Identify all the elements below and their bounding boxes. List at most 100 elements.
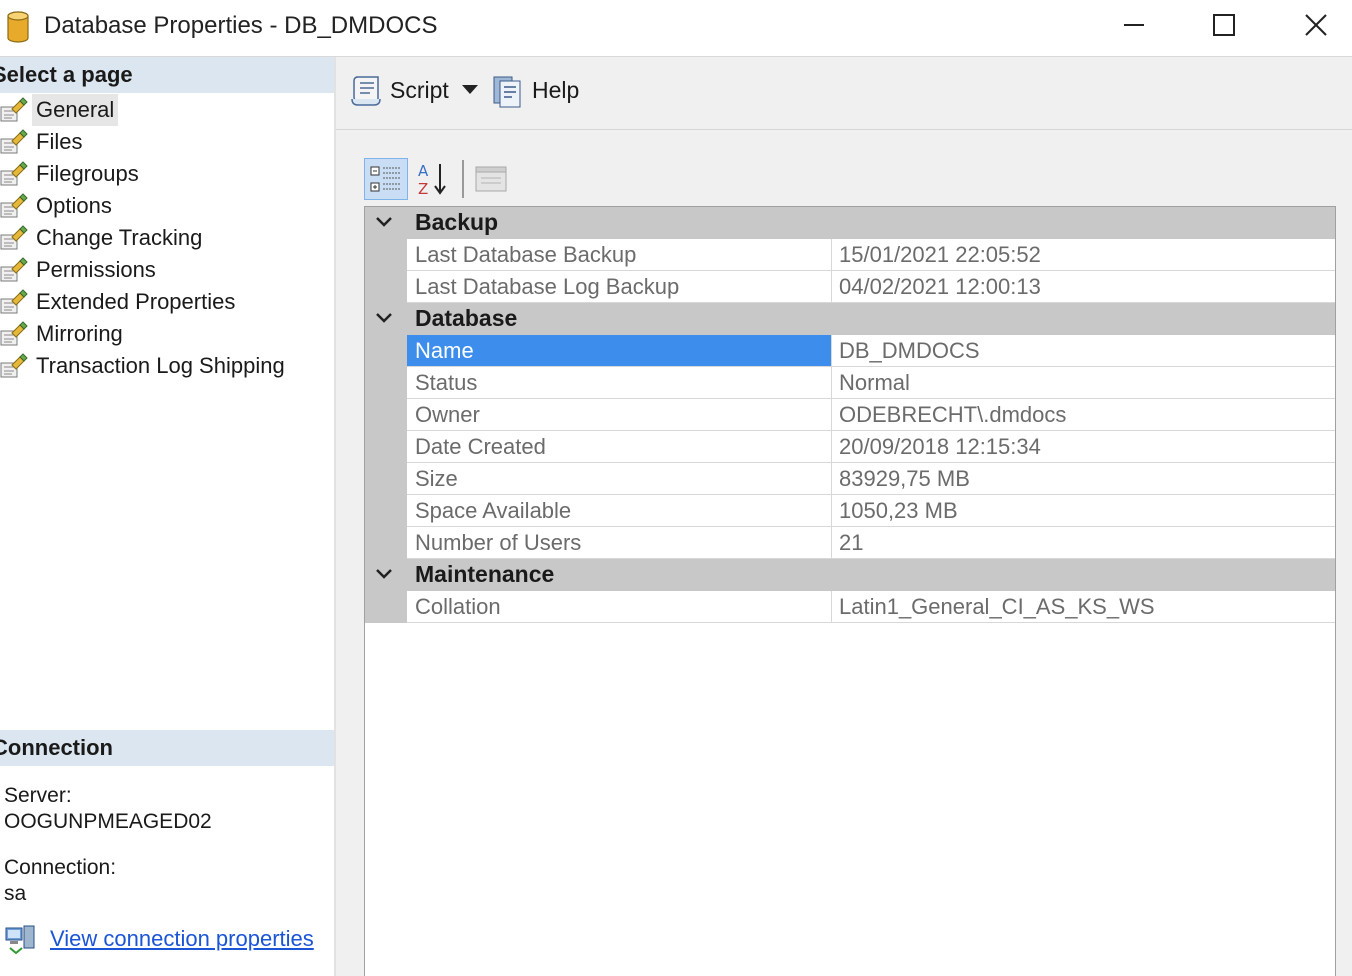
page-item-change-tracking[interactable]: Change Tracking (0, 222, 334, 254)
connection-properties-icon (5, 925, 35, 954)
property-name[interactable]: Space Available (407, 495, 832, 527)
properties-page-icon (0, 161, 28, 187)
toolbar-separator (462, 160, 464, 198)
property-grid: Backup Last Database Backup 15/01/2021 22:… (364, 206, 1336, 976)
property-name[interactable]: Size (407, 463, 832, 495)
property-value[interactable]: 1050,23 MB (832, 495, 1335, 527)
content-area: A Z Backup Last Database Backup 15/01/2021… (336, 130, 1352, 976)
property-pages-button[interactable] (470, 158, 514, 200)
maximize-icon (1213, 14, 1235, 36)
row-gutter (365, 463, 407, 495)
properties-page-icon (0, 97, 28, 123)
page-item-general[interactable]: General (0, 94, 334, 126)
chevron-down-icon[interactable] (375, 568, 393, 580)
category-label: Database (415, 305, 518, 331)
property-value[interactable]: 04/02/2021 12:00:13 (832, 271, 1335, 303)
view-connection-properties-link[interactable]: View connection properties (50, 926, 314, 952)
row-gutter (365, 431, 407, 463)
property-value[interactable]: 15/01/2021 22:05:52 (832, 239, 1335, 271)
property-row-name[interactable]: Name DB_DMDOCS (365, 335, 1335, 367)
property-value[interactable]: DB_DMDOCS (832, 335, 1335, 367)
properties-page-icon (0, 193, 28, 219)
property-value[interactable]: Normal (832, 367, 1335, 399)
chevron-down-icon[interactable] (375, 216, 393, 228)
page-item-permissions[interactable]: Permissions (0, 254, 334, 286)
row-gutter (365, 399, 407, 431)
row-gutter (365, 367, 407, 399)
script-button[interactable]: Script (390, 77, 449, 104)
property-name[interactable]: Collation (407, 591, 832, 623)
page-item-label: Transaction Log Shipping (36, 353, 285, 378)
property-value[interactable]: 83929,75 MB (832, 463, 1335, 495)
help-icon (493, 76, 521, 108)
page-item-extended-properties[interactable]: Extended Properties (0, 286, 334, 318)
page-item-label: Files (36, 129, 83, 154)
page-item-options[interactable]: Options (0, 190, 334, 222)
close-button[interactable] (1286, 0, 1346, 50)
svg-text:Z: Z (418, 180, 428, 198)
row-gutter (365, 495, 407, 527)
minimize-button[interactable] (1104, 0, 1164, 50)
category-database[interactable]: Database (365, 303, 1335, 335)
properties-page-icon (0, 353, 28, 379)
chevron-down-icon[interactable] (375, 312, 393, 324)
minimize-icon (1124, 24, 1144, 26)
property-name[interactable]: Last Database Log Backup (407, 271, 832, 303)
svg-text:A: A (418, 162, 429, 180)
close-icon (1305, 14, 1327, 36)
property-row-number-of-users[interactable]: Number of Users 21 (365, 527, 1335, 559)
row-gutter (365, 271, 407, 303)
property-value[interactable]: 20/09/2018 12:15:34 (832, 431, 1335, 463)
property-row-last-database-backup[interactable]: Last Database Backup 15/01/2021 22:05:52 (365, 239, 1335, 271)
properties-page-icon (0, 321, 28, 347)
property-row-owner[interactable]: Owner ODEBRECHT\.dmdocs (365, 399, 1335, 431)
window-title: Database Properties - DB_DMDOCS (44, 12, 438, 39)
toolbar: Script Help (336, 57, 1352, 130)
page-item-label: Change Tracking (36, 225, 203, 250)
row-gutter (365, 527, 407, 559)
row-gutter (365, 591, 407, 623)
property-row-date-created[interactable]: Date Created 20/09/2018 12:15:34 (365, 431, 1335, 463)
page-item-label: Mirroring (36, 321, 123, 346)
server-value: OOGUNPMEAGED02 (4, 810, 212, 833)
property-row-status[interactable]: Status Normal (365, 367, 1335, 399)
help-button[interactable]: Help (532, 77, 579, 104)
page-list: General Files Filegroups Options Change Trac… (0, 94, 334, 382)
properties-page-icon (0, 129, 28, 155)
category-backup[interactable]: Backup (365, 207, 1335, 239)
title-bar: Database Properties - DB_DMDOCS (0, 0, 1352, 57)
property-name[interactable]: Name (407, 335, 832, 367)
page-item-label: Options (36, 193, 112, 218)
properties-page-icon (0, 225, 28, 251)
categorized-button[interactable] (364, 158, 408, 200)
property-name[interactable]: Status (407, 367, 832, 399)
property-pages-icon (475, 166, 507, 192)
sort-alphabetical-icon: A Z (418, 162, 446, 198)
property-row-space-available[interactable]: Space Available 1050,23 MB (365, 495, 1335, 527)
property-value[interactable]: 21 (832, 527, 1335, 559)
page-item-label: Filegroups (36, 161, 139, 186)
property-name[interactable]: Number of Users (407, 527, 832, 559)
connection-header: Connection (0, 730, 334, 766)
property-value[interactable]: ODEBRECHT\.dmdocs (832, 399, 1335, 431)
page-item-label: General (32, 94, 119, 126)
row-gutter (365, 239, 407, 271)
page-item-filegroups[interactable]: Filegroups (0, 158, 334, 190)
category-maintenance[interactable]: Maintenance (365, 559, 1335, 591)
maximize-button[interactable] (1194, 0, 1254, 50)
property-row-last-database-log-backup[interactable]: Last Database Log Backup 04/02/2021 12:00… (365, 271, 1335, 303)
property-value[interactable]: Latin1_General_CI_AS_KS_WS (832, 591, 1335, 623)
property-name[interactable]: Date Created (407, 431, 832, 463)
property-name[interactable]: Last Database Backup (407, 239, 832, 271)
properties-page-icon (0, 257, 28, 283)
property-row-size[interactable]: Size 83929,75 MB (365, 463, 1335, 495)
alphabetical-button[interactable]: A Z (412, 158, 456, 200)
page-item-label: Extended Properties (36, 289, 236, 314)
property-name[interactable]: Owner (407, 399, 832, 431)
chevron-down-icon[interactable] (462, 85, 478, 95)
page-item-transaction-log-shipping[interactable]: Transaction Log Shipping (0, 350, 334, 382)
property-row-collation[interactable]: Collation Latin1_General_CI_AS_KS_WS (365, 591, 1335, 623)
page-item-mirroring[interactable]: Mirroring (0, 318, 334, 350)
page-item-files[interactable]: Files (0, 126, 334, 158)
page-item-label: Permissions (36, 257, 156, 282)
